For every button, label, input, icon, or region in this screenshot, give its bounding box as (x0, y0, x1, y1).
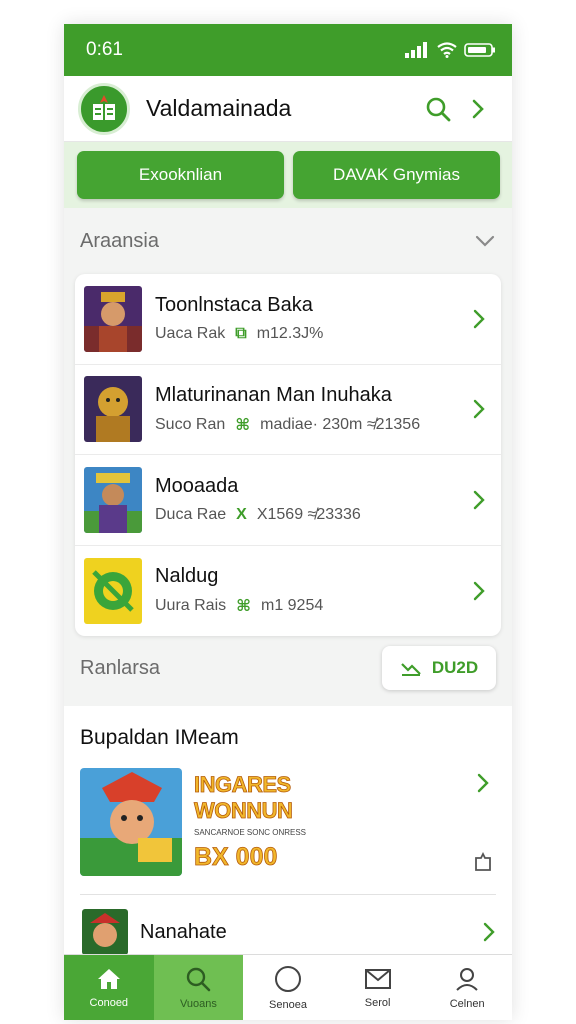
item-meta-secondary: X1569 ≉23336 (256, 506, 361, 524)
search-icon (426, 97, 451, 121)
search-icon (187, 967, 211, 991)
circle-icon (274, 965, 301, 992)
item-meta-secondary: m12.3J% (256, 325, 324, 343)
chevron-right-icon (467, 580, 491, 602)
item-title: Toonlnstaca Baka (155, 294, 313, 317)
promo-image (80, 768, 182, 876)
app-title: Valdamainada (146, 95, 292, 121)
trend-button[interactable]: DU2D (382, 646, 496, 690)
game-thumbnail (84, 376, 142, 443)
tab-home[interactable]: Conoed (64, 955, 154, 1020)
chevron-right-icon (467, 398, 491, 420)
tab-label: Serol (364, 996, 391, 1009)
wifi-icon (437, 42, 457, 58)
item-meta-primary: Uura Rais (155, 597, 227, 615)
chevron-down-icon (475, 235, 495, 247)
tab-mail[interactable]: Serol (333, 955, 423, 1020)
phone-screen: 0:61 Valdamainada Exooknlian DAVAK Gnymi… (64, 24, 512, 1020)
item-title: Mooaada (155, 475, 239, 498)
list-item-text: Mooaada Duca Rae X X1569 ≉23336 (155, 475, 467, 524)
meta-icon: ⌘ (236, 598, 251, 616)
list-item[interactable]: Mooaada Duca Rae X X1569 ≉23336 (75, 455, 501, 546)
tab-label: Vuoans (179, 997, 217, 1010)
tab-label: Conoed (89, 996, 129, 1009)
item-title: Nanahate (140, 920, 227, 943)
status-bar: 0:61 (64, 24, 512, 76)
chevron-right-icon (467, 489, 491, 511)
trend-label: DU2D (431, 658, 479, 677)
game-thumbnail (84, 466, 142, 533)
battery-icon (464, 43, 495, 57)
list-item-text: Toonlnstaca Baka Uaca Rak ⧉ m12.3J% (155, 294, 467, 343)
search-button[interactable] (418, 89, 458, 129)
featured-title: Bupaldan IMeam (80, 726, 239, 749)
list-item-text: Mlaturinanan Man Inuhaka Suco Ran ⌘ madi… (155, 384, 467, 435)
promo-subtext: SANCARNOE SONC ONRESS (194, 828, 307, 838)
item-meta-secondary: m1 9254 (260, 597, 324, 615)
item-meta-primary: Duca Rae (155, 506, 227, 524)
profile-icon (456, 967, 478, 991)
item-meta: Uura Rais ⌘ m1 9254 (155, 596, 467, 616)
item-meta-primary: Suco Ran (155, 415, 226, 433)
signal-icon (405, 42, 427, 58)
bottom-tab-bar: Conoed Vuoans Senoea Serol Celnen (64, 954, 512, 1020)
tab-label: Senoea (269, 998, 307, 1011)
app-logo[interactable] (78, 82, 130, 135)
item-meta: Uaca Rak ⧉ m12.3J% (155, 325, 467, 343)
tab-circle[interactable]: Senoea (243, 955, 333, 1020)
promo-actions (470, 772, 496, 872)
game-thumbnail (84, 557, 142, 624)
action-buttons: Exooknlian DAVAK Gnymias (64, 142, 512, 208)
section-title-2: Ranlarsa (80, 656, 161, 679)
meta-icon: ⧉ (235, 325, 247, 343)
list-item[interactable]: Nanahate (64, 895, 512, 955)
promo-headline-2: WONNUN (194, 798, 294, 824)
promo-text: INGARES WONNUN SANCARNOE SONC ONRESS BX … (194, 771, 470, 873)
promo-price: BX 000 (194, 843, 278, 872)
list-item-text: Naldug Uura Rais ⌘ m1 9254 (155, 565, 467, 616)
chevron-right-icon (467, 308, 491, 330)
item-title: Naldug (155, 565, 219, 588)
chevron-right-icon (483, 922, 495, 942)
promo-headline-1: INGARES (194, 771, 292, 797)
item-thumbnail (82, 909, 128, 955)
status-time: 0:61 (86, 39, 123, 60)
home-icon (97, 968, 120, 989)
section-title-1: Araansia (80, 229, 159, 252)
tab-profile[interactable]: Celnen (422, 955, 512, 1020)
item-meta-primary: Uaca Rak (155, 325, 226, 343)
trend-icon (401, 663, 421, 676)
list-item[interactable]: Toonlnstaca Baka Uaca Rak ⧉ m12.3J% (75, 274, 501, 365)
featured-section: Bupaldan IMeam INGARES WONNUN SANCARNOE … (64, 706, 512, 962)
right-action-button[interactable]: DAVAK Gnymias (293, 151, 500, 199)
forward-button[interactable] (458, 89, 498, 129)
chevron-right-icon[interactable] (476, 772, 490, 794)
item-meta: Duca Rae X X1569 ≉23336 (155, 506, 467, 524)
left-action-button[interactable]: Exooknlian (77, 151, 284, 199)
promo-item[interactable]: INGARES WONNUN SANCARNOE SONC ONRESS BX … (64, 750, 512, 876)
section-header-1[interactable]: Araansia (64, 208, 512, 274)
list-item[interactable]: Mlaturinanan Man Inuhaka Suco Ran ⌘ madi… (75, 365, 501, 455)
chevron-right-icon (472, 99, 484, 118)
game-thumbnail (84, 285, 142, 352)
game-list: Toonlnstaca Baka Uaca Rak ⧉ m12.3J% Mlat… (75, 274, 501, 636)
list-item[interactable]: Naldug Uura Rais ⌘ m1 9254 (75, 546, 501, 637)
section-header-2: Ranlarsa DU2D (64, 636, 512, 700)
item-title: Mlaturinanan Man Inuhaka (155, 383, 392, 406)
tab-label: Celnen (449, 997, 485, 1010)
meta-icon: ⌘ (235, 416, 251, 434)
book-logo-icon (93, 94, 115, 120)
mail-icon (364, 968, 391, 989)
item-meta: Suco Ran ⌘ madiae· 230m ≉21356 (155, 415, 467, 435)
share-icon[interactable] (473, 848, 493, 872)
item-meta-secondary: madiae· 230m ≉21356 (260, 415, 421, 433)
tab-search[interactable]: Vuoans (153, 955, 244, 1020)
status-icons (404, 42, 496, 58)
meta-icon: X (236, 506, 247, 524)
app-bar: Valdamainada (64, 76, 512, 142)
